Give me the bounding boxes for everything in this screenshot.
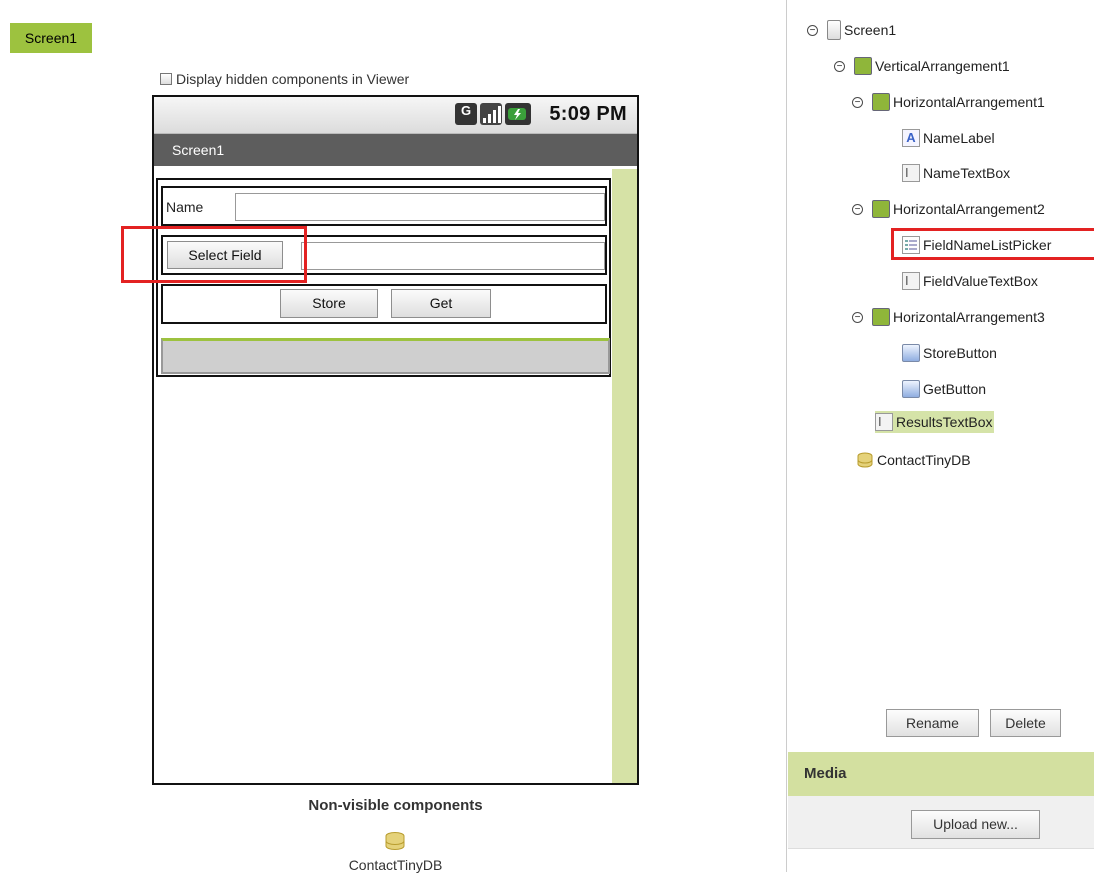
- name-label: Name: [166, 199, 204, 215]
- results-textbox[interactable]: [161, 338, 610, 374]
- tree-node-label: NameTextBox: [923, 165, 1011, 181]
- tree-node-label: StoreButton: [923, 345, 997, 361]
- get-button[interactable]: Get: [391, 289, 491, 318]
- collapse-toggle-icon[interactable]: −: [852, 96, 863, 108]
- display-hidden-label: Display hidden components in Viewer: [176, 71, 410, 87]
- tree-node-nametextbox[interactable]: I NameTextBox: [902, 164, 1010, 182]
- horizontal-arrangement-1[interactable]: Name: [161, 186, 607, 226]
- horizontal-arrangement-icon: [872, 200, 890, 218]
- vertical-arrangement-icon: [854, 57, 872, 75]
- select-field-highlight: [121, 226, 307, 283]
- collapse-toggle-icon[interactable]: −: [807, 24, 818, 36]
- status-time: 5:09 PM: [549, 103, 627, 125]
- tree-node-verticalarrangement1[interactable]: − VerticalArrangement1: [834, 57, 1010, 75]
- screen-icon: [827, 20, 841, 40]
- horizontal-arrangement-icon: [872, 308, 890, 326]
- tree-node-label: HorizontalArrangement3: [893, 309, 1045, 325]
- tree-node-label: VerticalArrangement1: [875, 58, 1010, 74]
- nonvisible-components-title: Non-visible components: [308, 797, 483, 814]
- collapse-toggle-icon[interactable]: −: [834, 60, 845, 72]
- delete-button[interactable]: Delete: [990, 709, 1061, 737]
- tree-node-storebutton[interactable]: StoreButton: [902, 344, 997, 362]
- listpicker-highlight: [891, 228, 1094, 260]
- panel-divider: [786, 0, 787, 872]
- store-button[interactable]: Store: [280, 289, 378, 318]
- tree-node-horizontalarrangement3[interactable]: − HorizontalArrangement3: [852, 308, 1045, 326]
- display-hidden-checkbox[interactable]: [160, 73, 172, 85]
- tree-node-label: ResultsTextBox: [896, 414, 993, 430]
- tree-node-namelabel[interactable]: A NameLabel: [902, 129, 995, 147]
- collapse-toggle-icon[interactable]: −: [852, 203, 863, 215]
- field-value-textbox[interactable]: [301, 242, 605, 270]
- screen-tab[interactable]: Screen1: [10, 23, 92, 53]
- horizontal-arrangement-3[interactable]: Store Get: [161, 284, 607, 324]
- status-bar: G 5:09 PM: [154, 97, 637, 134]
- media-panel: Upload new...: [788, 796, 1094, 849]
- tree-node-label: ContactTinyDB: [877, 452, 971, 468]
- phone-title-bar: Screen1: [154, 134, 637, 166]
- tree-node-horizontalarrangement2[interactable]: − HorizontalArrangement2: [852, 200, 1045, 218]
- battery-icon: [505, 103, 531, 125]
- phone-preview: G 5:09 PM Screen1 Name Select Field Stor…: [152, 95, 639, 785]
- tree-node-screen1[interactable]: − Screen1: [807, 20, 896, 40]
- network-g-icon: G: [455, 103, 477, 125]
- status-icons: G: [455, 103, 531, 125]
- tree-node-label: GetButton: [923, 381, 987, 397]
- tree-node-label: HorizontalArrangement2: [893, 201, 1045, 217]
- label-icon: A: [902, 129, 920, 147]
- tinydb-icon: [856, 452, 874, 468]
- button-icon: [902, 344, 920, 362]
- tree-node-fieldvaluetextbox[interactable]: I FieldValueTextBox: [902, 272, 1038, 290]
- display-hidden-checkbox-row[interactable]: Display hidden components in Viewer: [160, 71, 409, 87]
- rename-button[interactable]: Rename: [886, 709, 979, 737]
- tree-node-resultstextbox[interactable]: I ResultsTextBox: [875, 411, 995, 433]
- signal-icon: [480, 103, 502, 125]
- tree-node-contacttinydb[interactable]: ContactTinyDB: [856, 452, 971, 468]
- button-icon: [902, 380, 920, 398]
- tree-node-getbutton[interactable]: GetButton: [902, 380, 986, 398]
- tree-node-horizontalarrangement1[interactable]: − HorizontalArrangement1: [852, 93, 1045, 111]
- tinydb-icon: [383, 831, 407, 854]
- tree-node-label: FieldValueTextBox: [923, 273, 1038, 289]
- textbox-icon: I: [902, 272, 920, 290]
- upload-new-button[interactable]: Upload new...: [911, 810, 1040, 839]
- tree-node-label: NameLabel: [923, 130, 995, 146]
- media-header: Media: [788, 752, 1094, 796]
- textbox-icon: I: [875, 413, 893, 431]
- tree-node-label: Screen1: [844, 22, 897, 38]
- textbox-icon: I: [902, 164, 920, 182]
- tree-node-label: HorizontalArrangement1: [893, 94, 1045, 110]
- collapse-toggle-icon[interactable]: −: [852, 311, 863, 323]
- name-textbox[interactable]: [235, 193, 605, 221]
- horizontal-arrangement-icon: [872, 93, 890, 111]
- phone-scroll-strip: [612, 169, 637, 783]
- nonvisible-item-contacttinydb[interactable]: ContactTinyDB: [152, 857, 639, 873]
- component-tree: − Screen1 − VerticalArrangement1 − Horiz…: [788, 0, 1094, 750]
